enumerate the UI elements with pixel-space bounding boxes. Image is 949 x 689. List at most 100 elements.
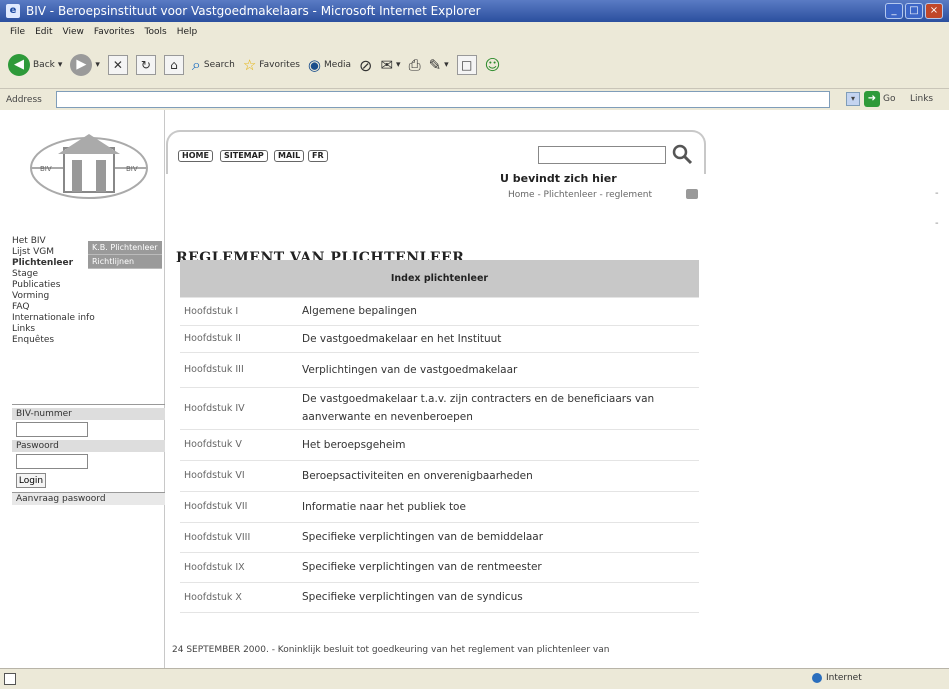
chapter-title[interactable]: Specifieke verplichtingen van de rentmee… [298,552,699,583]
nav-item-publicaties[interactable]: Publicaties [12,280,98,291]
table-row: Hoofdstuk I Algemene bepalingen [180,298,699,326]
chapter-number[interactable]: Hoofdstuk II [180,325,298,353]
chapter-title[interactable]: Het beroepsgeheim [298,429,699,461]
chapter-number[interactable]: Hoofdstuk X [180,582,298,613]
discuss-icon[interactable]: □ [456,55,477,75]
nav-home-button[interactable]: HOME [178,150,213,162]
nav-item-het-biv[interactable]: Het BIV [12,236,98,247]
search-icon[interactable] [670,142,694,166]
forward-button[interactable]: ▶ ▾ [70,54,100,76]
nav-item-stage[interactable]: Stage [12,269,98,280]
address-bar: Address ▾ ➜ Go Links [0,88,949,110]
menu-file[interactable]: File [10,27,25,37]
go-arrow-icon: ➜ [864,91,880,107]
menu-tools[interactable]: Tools [145,27,167,37]
biv-logo[interactable]: BIV BIV [26,130,152,200]
stop-button[interactable]: ✕ [107,55,128,75]
back-button[interactable]: ◀ Back ▾ [8,54,62,76]
table-row: Hoofdstuk VI Beroepsactiviteiten en onver… [180,460,699,492]
links-button[interactable]: Links [910,94,933,104]
minimize-button[interactable]: _ [885,3,903,19]
refresh-button[interactable]: ↻ [135,55,156,75]
chapter-title[interactable]: Informatie naar het publiek toe [298,491,699,523]
flyout-item-kb-plichtenleer[interactable]: K.B. Plichtenleer [88,241,162,255]
history-icon[interactable]: ⊘ [359,56,372,75]
go-button[interactable]: ➜ Go [864,91,895,107]
chapter-list: Hoofdstuk I Algemene bepalingen Hoofdstuk… [180,298,699,613]
window-controls: _ □ × [885,3,943,19]
close-button[interactable]: × [925,3,943,19]
chapter-number[interactable]: Hoofdstuk I [180,298,298,326]
toolbar: ◀ Back ▾ ▶ ▾ ✕ ↻ ⌂ ⌕ Search ☆ Favorites … [0,42,949,88]
menu-favorites[interactable]: Favorites [94,27,135,37]
menu-view[interactable]: View [63,27,84,37]
back-label: Back [33,60,55,70]
top-navigation: HOME SITEMAP MAIL FR [166,130,706,174]
nav-mail-button[interactable]: MAIL [274,150,305,162]
window-title: BIV - Beroepsinstituut voor Vastgoedmake… [26,4,481,18]
nav-item-vorming[interactable]: Vorming [12,291,98,302]
messenger-icon[interactable]: ☺ [485,56,501,74]
sidebar: BIV BIV Het BIV Lijst VGM Plichtenleer S… [12,110,165,668]
login-button[interactable]: Login [16,473,46,488]
main-nav: Het BIV Lijst VGM Plichtenleer Stage Pub… [12,236,98,346]
chapter-title[interactable]: De vastgoedmakelaar en het Instituut [298,325,699,353]
nav-item-faq[interactable]: FAQ [12,302,98,313]
forward-arrow-icon: ▶ [70,54,93,76]
address-input[interactable] [56,91,830,108]
chapter-number[interactable]: Hoofdstuk IX [180,552,298,583]
biv-number-label: BIV-nummer [12,408,165,420]
scroll-mark: - [935,188,939,199]
chapter-number[interactable]: Hoofdstuk III [180,352,298,388]
favorites-button[interactable]: ☆ Favorites [243,56,300,74]
chapter-title[interactable]: Verplichtingen van de vastgoedmakelaar [298,352,699,388]
request-password-link[interactable]: Aanvraag paswoord [12,492,165,505]
home-button[interactable]: ⌂ [163,55,184,75]
flyout-item-richtlijnen[interactable]: Richtlijnen [88,255,162,269]
password-input[interactable] [16,454,88,469]
star-icon: ☆ [242,56,257,74]
back-arrow-icon: ◀ [8,54,30,76]
chapter-title[interactable]: De vastgoedmakelaar t.a.v. zijn contract… [298,387,699,430]
search-label: Search [203,60,235,70]
print-icon[interactable]: ⎙ [409,56,421,74]
nav-item-internationale-info[interactable]: Internationale info [12,313,98,324]
go-label: Go [883,94,896,104]
table-row: Hoofdstuk III Verplichtingen van de vastg… [180,352,699,388]
nav-item-plichtenleer[interactable]: Plichtenleer [12,258,98,269]
chapter-number[interactable]: Hoofdstuk VI [180,460,298,492]
maximize-button[interactable]: □ [905,3,923,19]
nav-item-lijst-vgm[interactable]: Lijst VGM [12,247,98,258]
chapter-title[interactable]: Specifieke verplichtingen van de bemidde… [298,522,699,553]
page-icon [4,673,16,685]
search-button[interactable]: ⌕ Search [192,55,235,75]
nav-item-enquetes[interactable]: Enquêtes [12,335,98,346]
nav-sitemap-button[interactable]: SITEMAP [220,150,268,162]
address-dropdown-icon[interactable]: ▾ [846,92,860,106]
menu-help[interactable]: Help [177,27,198,37]
media-icon: ◉ [307,56,322,74]
mail-icon[interactable]: ✉ [380,56,393,74]
table-row: Hoofdstuk IX Specifieke verplichtingen va… [180,552,699,583]
chapter-number[interactable]: Hoofdstuk IV [180,387,298,430]
nav-fr-button[interactable]: FR [308,150,328,162]
svg-text:BIV: BIV [40,165,52,173]
chapter-index-table: Index plichtenleer [180,260,699,298]
printer-icon[interactable] [686,189,698,199]
nav-item-links[interactable]: Links [12,324,98,335]
edit-icon[interactable]: ✎ [429,56,442,74]
media-button[interactable]: ◉ Media [308,56,351,74]
search-icon: ⌕ [191,55,201,74]
chapter-title[interactable]: Algemene bepalingen [298,298,699,326]
chapter-title[interactable]: Beroepsactiviteiten en onverenigbaarhede… [298,460,699,492]
table-row: Hoofdstuk II De vastgoedmakelaar en het I… [180,325,699,353]
biv-number-input[interactable] [16,422,88,437]
chapter-number[interactable]: Hoofdstuk V [180,429,298,461]
chapter-number[interactable]: Hoofdstuk VII [180,491,298,523]
breadcrumb[interactable]: Home - Plichtenleer - reglement [508,190,652,200]
password-label: Paswoord [12,440,165,452]
chapter-title[interactable]: Specifieke verplichtingen van de syndicu… [298,582,699,613]
site-search-input[interactable] [538,146,666,164]
menu-edit[interactable]: Edit [35,27,52,37]
chapter-number[interactable]: Hoofdstuk VIII [180,522,298,553]
